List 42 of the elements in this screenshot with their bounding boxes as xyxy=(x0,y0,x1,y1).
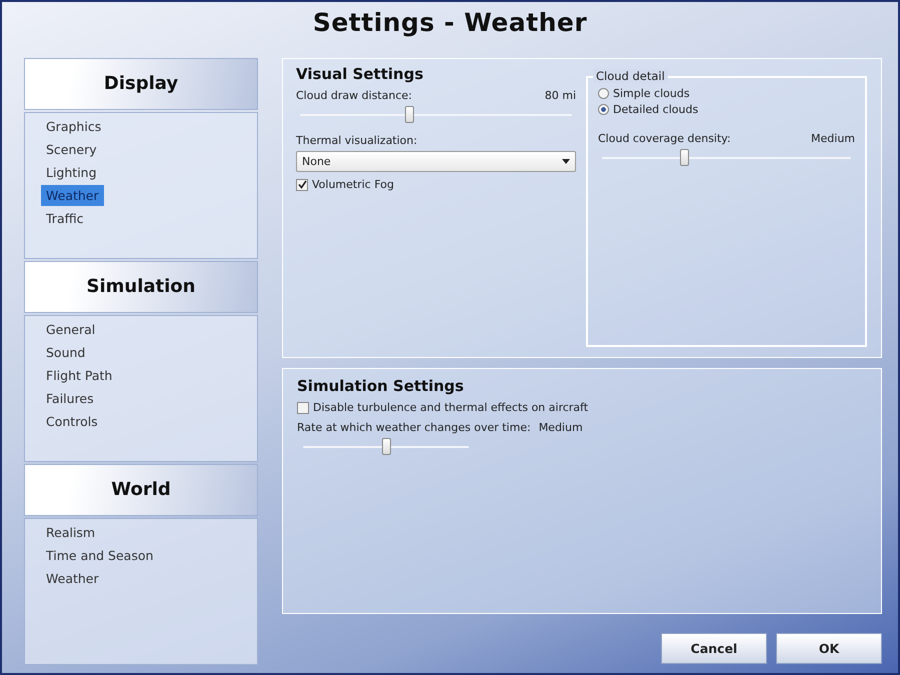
slider-label: Rate at which weather changes over time: xyxy=(297,421,531,434)
section-heading: Display xyxy=(24,58,258,110)
weather-rate-slider[interactable] xyxy=(303,436,469,458)
sidebar-item[interactable]: Flight Path xyxy=(41,365,118,386)
coverage-slider[interactable] xyxy=(602,147,851,169)
panel-heading: Simulation Settings xyxy=(297,377,465,395)
slider-reading: Medium xyxy=(811,132,855,145)
slider-reading: 80 mi xyxy=(544,89,576,102)
sidebar-item[interactable]: Scenery xyxy=(41,139,102,160)
sidebar-item[interactable]: General xyxy=(41,319,100,340)
sidebar-item[interactable]: Failures xyxy=(41,388,99,409)
checkbox-label: Volumetric Fog xyxy=(312,178,394,191)
window-title: Settings - Weather xyxy=(312,7,588,39)
sidebar-item[interactable]: Realism xyxy=(41,522,100,543)
dropdown-label: Thermal visualization: xyxy=(296,134,418,147)
section-heading: World xyxy=(24,464,258,516)
sidebar-item[interactable]: Lighting xyxy=(41,162,102,183)
caret-icon xyxy=(562,159,570,164)
radio-label: Simple clouds xyxy=(613,87,690,100)
sidebar-item[interactable]: Weather xyxy=(41,185,104,206)
checkbox-label: Disable turbulence and thermal effects on aircraft xyxy=(313,401,588,414)
group-title: Cloud detail xyxy=(593,69,668,83)
slider-reading: Medium xyxy=(538,421,583,434)
sidebar-item[interactable]: Time and Season xyxy=(41,545,158,566)
cancel-button[interactable]: Cancel xyxy=(661,633,767,664)
panel-heading: Visual Settings xyxy=(296,65,424,83)
checkbox[interactable] xyxy=(296,178,308,190)
radio-button[interactable] xyxy=(598,88,609,99)
sidebar-item[interactable]: Weather xyxy=(41,568,104,589)
thermal-dropdown[interactable]: None xyxy=(296,151,576,172)
slider-label: Cloud coverage density: xyxy=(598,132,731,145)
radio-label: Detailed clouds xyxy=(613,103,698,116)
section-heading: Simulation xyxy=(24,261,258,313)
sidebar-item[interactable]: Graphics xyxy=(41,116,106,137)
sidebar-item[interactable]: Traffic xyxy=(41,208,89,229)
slider-label: Cloud draw distance: xyxy=(296,89,412,102)
distance-slider[interactable] xyxy=(300,104,572,126)
sidebar-item[interactable]: Controls xyxy=(41,411,103,432)
radio-button[interactable] xyxy=(598,104,609,115)
checkbox[interactable] xyxy=(297,402,309,414)
ok-button[interactable]: OK xyxy=(776,633,882,664)
sidebar-item[interactable]: Sound xyxy=(41,342,90,363)
